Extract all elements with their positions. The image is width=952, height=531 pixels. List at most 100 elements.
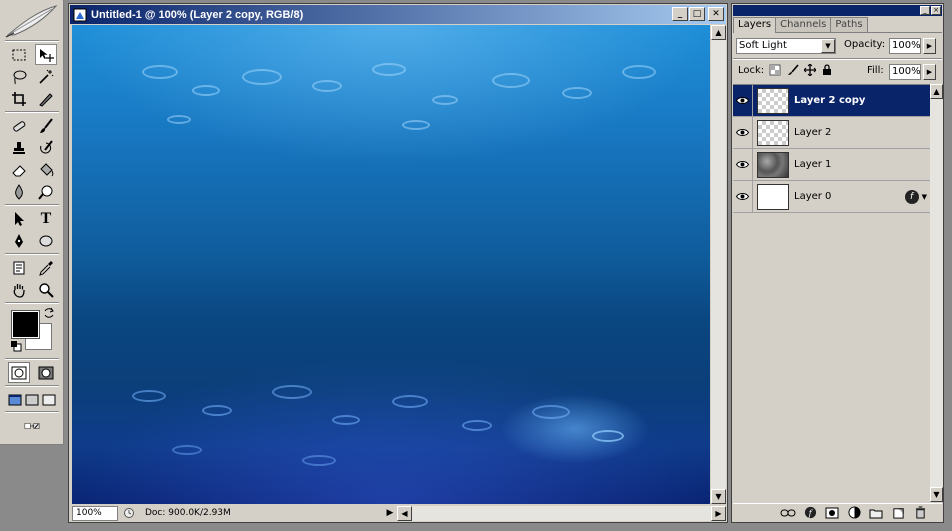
status-menu-arrow-icon[interactable]: ▶	[385, 506, 395, 520]
toolbox-divider	[5, 253, 59, 255]
scroll-right-arrow-icon[interactable]: ▶	[711, 505, 726, 521]
photoshop-document-icon	[73, 8, 87, 22]
panel-tabs: Layers Channels Paths	[733, 17, 942, 33]
history-brush-icon[interactable]	[35, 137, 57, 158]
zoom-tool-icon[interactable]	[35, 279, 57, 300]
vertical-scrollbar[interactable]: ▲ ▼	[711, 25, 726, 504]
tab-layers[interactable]: Layers	[733, 17, 777, 33]
brush-tool-icon[interactable]	[35, 115, 57, 136]
move-tool-icon[interactable]	[35, 44, 57, 65]
layer-row-layer-2-copy[interactable]: Layer 2 copy	[733, 84, 930, 117]
blur-tool-icon[interactable]	[8, 181, 30, 202]
toolbox: T	[0, 0, 64, 445]
lock-image-pixels-icon[interactable]	[787, 64, 799, 76]
eye-icon[interactable]	[733, 180, 753, 213]
caustic-ripple	[622, 65, 656, 79]
notes-tool-icon[interactable]	[8, 257, 30, 278]
layers-scrollbar[interactable]: ▲ ▼	[930, 84, 943, 502]
fill-slider-arrow-icon[interactable]: ▶	[923, 64, 936, 80]
minimize-button[interactable]: _	[672, 7, 688, 21]
eye-icon[interactable]	[733, 116, 753, 149]
chevron-down-icon[interactable]: ▼	[821, 39, 835, 53]
standard-mode-icon[interactable]	[8, 362, 30, 383]
full-screen-mode-icon[interactable]	[40, 389, 58, 410]
lock-position-icon[interactable]	[804, 64, 816, 76]
scroll-up-arrow-icon[interactable]: ▲	[711, 25, 726, 40]
scroll-left-arrow-icon[interactable]: ◀	[397, 505, 412, 521]
hand-tool-icon[interactable]	[8, 279, 30, 300]
tab-paths[interactable]: Paths	[830, 17, 868, 32]
opacity-label: Opacity:	[844, 39, 886, 50]
crop-tool-icon[interactable]	[8, 88, 30, 109]
adjustment-layer-icon[interactable]	[846, 506, 862, 520]
caustic-ripple	[562, 87, 592, 99]
slice-tool-icon[interactable]	[35, 88, 57, 109]
eye-icon[interactable]	[733, 84, 753, 117]
caustic-ripple	[302, 455, 336, 466]
trash-icon[interactable]	[912, 506, 928, 520]
expand-effects-arrow-icon[interactable]: ▼	[922, 193, 927, 201]
clone-stamp-icon[interactable]	[8, 137, 30, 158]
blend-mode-select[interactable]: Soft Light ▼	[736, 38, 836, 54]
panel-close-button[interactable]: ×	[931, 6, 941, 15]
panel-minimize-button[interactable]: _	[920, 6, 930, 15]
document-titlebar[interactable]: Untitled-1 @ 100% (Layer 2 copy, RGB/8) …	[70, 5, 726, 24]
path-selection-icon[interactable]	[8, 208, 30, 229]
tab-channels[interactable]: Channels	[775, 17, 832, 32]
type-tool-icon[interactable]: T	[35, 208, 57, 229]
layers-list: Layer 2 copy Layer 2 Layer 1 Layer 0 f ▼	[733, 84, 930, 502]
layer-name: Layer 2	[794, 127, 832, 138]
link-icon[interactable]	[780, 506, 796, 520]
maximize-button[interactable]: □	[689, 7, 705, 21]
caustic-ripple	[192, 85, 220, 96]
feather-logo-icon[interactable]	[4, 3, 60, 39]
layer-effects-icon[interactable]: f	[904, 189, 919, 204]
zoom-level-field[interactable]: 100%	[72, 505, 118, 521]
panel-titlebar[interactable]: _ ×	[733, 5, 942, 16]
mask-icon[interactable]	[824, 506, 840, 520]
toolbox-divider	[5, 358, 59, 360]
lasso-tool-icon[interactable]	[8, 66, 30, 87]
opacity-field[interactable]: 100%	[889, 38, 921, 54]
jump-to-imageready-icon[interactable]	[12, 415, 52, 437]
eyedropper-icon[interactable]	[35, 257, 57, 278]
standard-screen-mode-icon[interactable]	[6, 389, 24, 410]
scroll-down-arrow-icon[interactable]: ▼	[930, 487, 943, 502]
toolbox-divider	[5, 40, 59, 42]
pen-tool-icon[interactable]	[8, 230, 30, 251]
opacity-slider-arrow-icon[interactable]: ▶	[923, 38, 936, 54]
scroll-down-arrow-icon[interactable]: ▼	[711, 489, 726, 504]
ellipse-tool-icon[interactable]	[35, 230, 57, 251]
default-colors-icon[interactable]	[10, 340, 22, 352]
scroll-up-arrow-icon[interactable]: ▲	[930, 84, 943, 99]
layer-row-layer-0[interactable]: Layer 0 f ▼	[733, 180, 930, 213]
layer-name: Layer 0	[794, 191, 832, 202]
eye-icon[interactable]	[733, 148, 753, 181]
new-layer-icon[interactable]	[890, 506, 906, 520]
eraser-tool-icon[interactable]	[8, 159, 30, 180]
image-canvas[interactable]	[72, 25, 710, 504]
paint-bucket-icon[interactable]	[35, 159, 57, 180]
caustic-ripple	[132, 390, 166, 402]
magic-wand-icon[interactable]	[35, 66, 57, 87]
healing-brush-icon[interactable]	[8, 115, 30, 136]
status-options-icon[interactable]	[121, 506, 137, 521]
caustic-ripple	[202, 405, 232, 416]
new-group-icon[interactable]	[868, 506, 884, 520]
fill-field[interactable]: 100%	[889, 64, 921, 80]
swap-colors-icon[interactable]	[43, 307, 55, 319]
layer-row-layer-1[interactable]: Layer 1	[733, 148, 930, 181]
layer-style-icon[interactable]: f	[802, 506, 818, 520]
quick-mask-mode-icon[interactable]	[35, 362, 57, 383]
marquee-tool-icon[interactable]	[8, 44, 30, 65]
lock-transparency-icon[interactable]	[769, 64, 781, 76]
document-size-info: Doc: 900.0K/2.93M	[145, 508, 231, 518]
dodge-tool-icon[interactable]	[35, 181, 57, 202]
foreground-color-swatch[interactable]	[11, 310, 40, 339]
layer-row-layer-2[interactable]: Layer 2	[733, 116, 930, 149]
close-button[interactable]: ✕	[708, 7, 724, 21]
caustic-ripple	[312, 80, 342, 92]
lock-all-icon[interactable]	[821, 64, 833, 76]
horizontal-scrollbar[interactable]: ◀ ▶	[397, 505, 726, 521]
full-screen-menu-mode-icon[interactable]	[23, 389, 41, 410]
